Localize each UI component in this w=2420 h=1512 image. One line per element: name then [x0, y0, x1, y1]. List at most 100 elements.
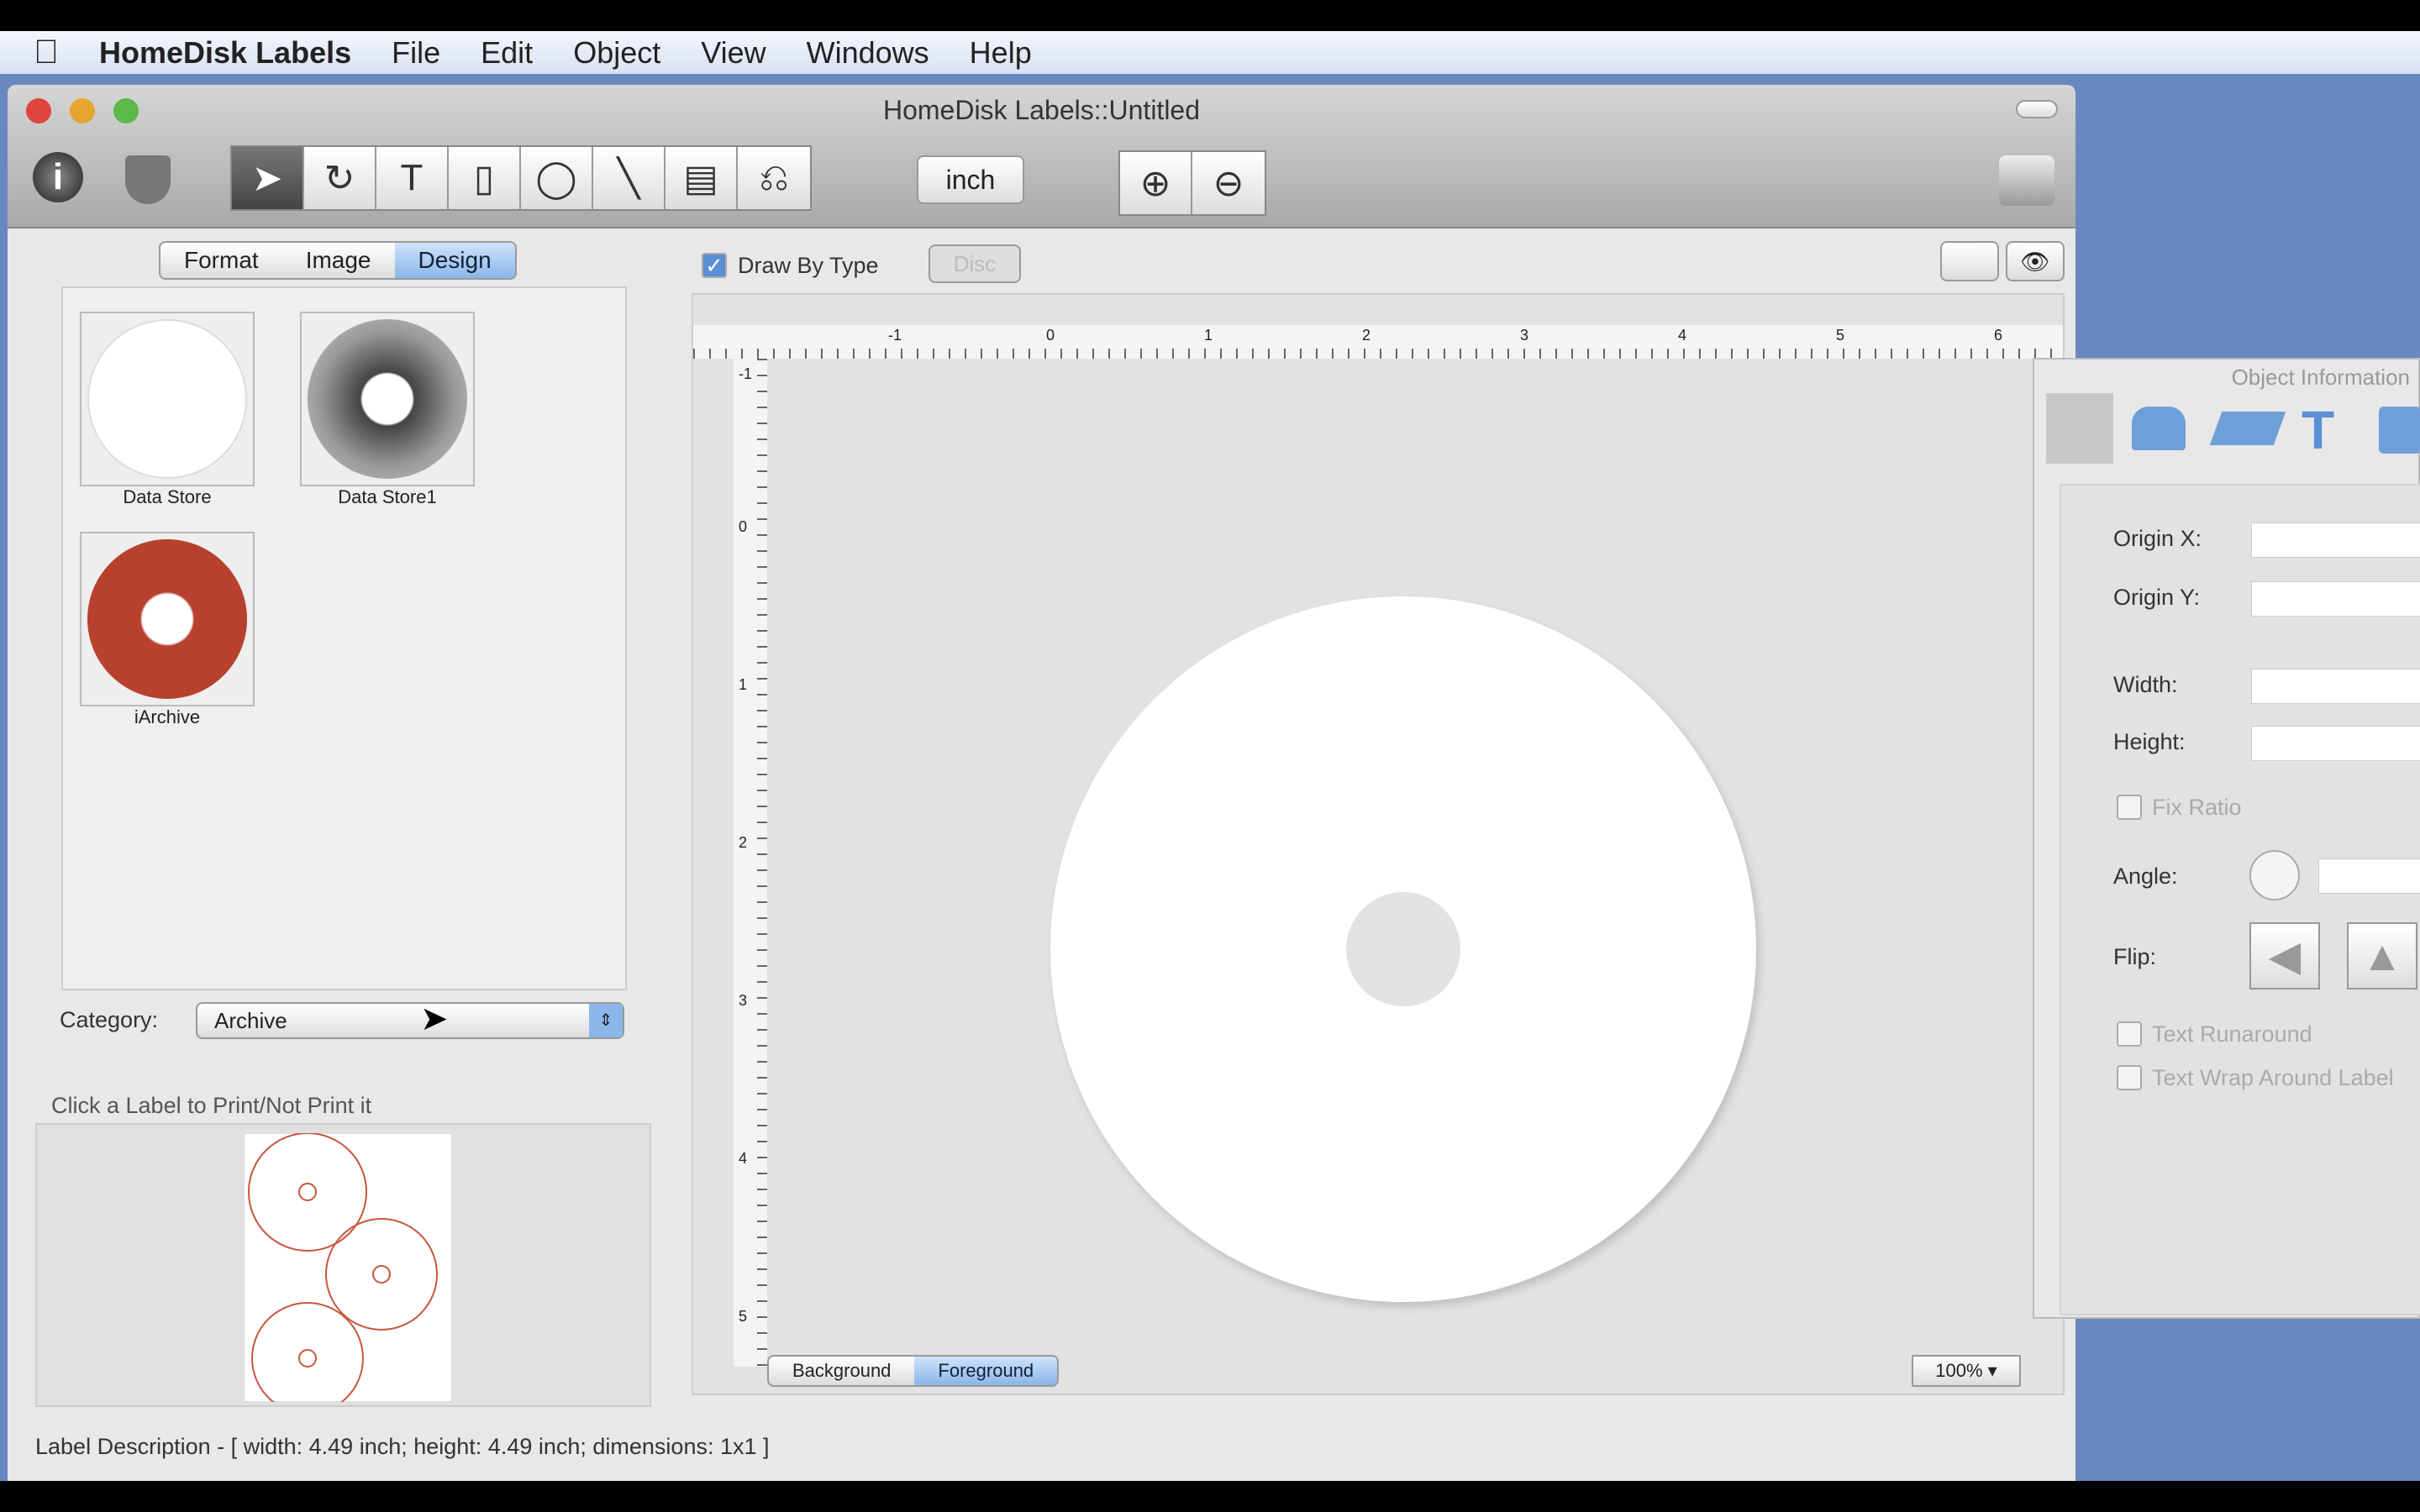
- left-tabs: Format Image Design: [159, 241, 517, 280]
- object-info-panel: Object Information T Origin X: Origin Y:…: [2033, 358, 2420, 1319]
- disc-button[interactable]: Disc: [929, 244, 1021, 283]
- category-select[interactable]: Archive ⇕: [196, 1002, 624, 1039]
- text-runaround-label: Text Runaround: [2152, 1021, 2312, 1047]
- flip-label: Flip:: [2113, 944, 2157, 969]
- vertical-ruler: -1 0 1 2 3 4 5: [734, 359, 767, 1367]
- label-description: Label Description - [ width: 4.49 inch; …: [35, 1434, 770, 1459]
- width-label: Width:: [2113, 672, 2178, 697]
- window-title: HomeDisk Labels::Untitled: [882, 95, 1201, 125]
- rotate-tool[interactable]: ↻: [304, 147, 376, 209]
- info-tab-fill-icon[interactable]: [2132, 407, 2186, 450]
- rectangle-tool[interactable]: ▯: [449, 147, 521, 209]
- ruler-tick: 1: [1204, 327, 1213, 344]
- ruler-tick: 1: [739, 676, 748, 693]
- category-value: Archive: [214, 1007, 287, 1033]
- info-tab-stroke-icon[interactable]: [2209, 412, 2286, 445]
- text-tool[interactable]: T: [376, 147, 449, 209]
- template-thumbnail: [80, 312, 255, 486]
- menu-view[interactable]: View: [701, 35, 765, 71]
- tab-foreground[interactable]: Foreground: [914, 1357, 1058, 1385]
- menu-help[interactable]: Help: [970, 35, 1032, 71]
- angle-dial[interactable]: [2249, 850, 2300, 900]
- draw-by-type-label: Draw By Type: [738, 253, 879, 278]
- template-name: Data Store: [123, 486, 212, 507]
- zoom-out-icon[interactable]: ⊖: [1192, 152, 1265, 214]
- panel-toggle-button[interactable]: [1940, 241, 1999, 281]
- print-icon[interactable]: [1999, 155, 2054, 206]
- info-tab-text-icon[interactable]: T: [2302, 403, 2350, 457]
- tab-format[interactable]: Format: [160, 243, 282, 278]
- horizontal-ruler: -1 0 1 2 3 4 5 6: [693, 325, 2063, 359]
- toolbar-toggle-button[interactable]: [2016, 100, 2058, 118]
- zoom-value: 100%: [1935, 1360, 1983, 1381]
- ruler-tick: 5: [1836, 327, 1845, 344]
- apple-icon[interactable]: : [34, 34, 59, 71]
- category-label: Category:: [60, 1007, 159, 1032]
- titlebar: HomeDisk Labels::Untitled i ➤ ↻ T ▯ ◯ ╲ …: [8, 85, 2075, 228]
- ruler-tick: 3: [739, 992, 748, 1009]
- print-hint: Click a Label to Print/Not Print it: [51, 1093, 372, 1118]
- barcode-tool[interactable]: ▤: [666, 147, 738, 209]
- origin-x-input[interactable]: [2251, 522, 2420, 558]
- tab-background[interactable]: Background: [769, 1357, 914, 1385]
- ruler-tick: 6: [1994, 327, 2003, 344]
- print-preview: [35, 1123, 651, 1407]
- template-gallery: Data Store Data Store1 iArchive: [61, 286, 627, 990]
- info-icon[interactable]: i: [33, 152, 83, 202]
- curve-tool[interactable]: ⎌: [738, 147, 810, 209]
- fix-ratio-label: Fix Ratio: [2152, 795, 2242, 820]
- menu-object[interactable]: Object: [573, 35, 660, 71]
- ellipse-tool[interactable]: ◯: [521, 147, 593, 209]
- template-item[interactable]: iArchive: [80, 532, 276, 728]
- shield-icon[interactable]: [125, 155, 171, 204]
- width-input[interactable]: [2251, 669, 2420, 704]
- text-wrap-checkbox[interactable]: [2117, 1065, 2142, 1090]
- origin-y-input[interactable]: [2251, 581, 2420, 617]
- select-tool[interactable]: ➤: [232, 147, 304, 209]
- disc-hole: [1346, 892, 1460, 1006]
- ruler-tick: 5: [739, 1308, 748, 1325]
- flip-horizontal-button[interactable]: ◀: [2249, 922, 2320, 990]
- ruler-tick: 2: [739, 834, 748, 851]
- menu-app[interactable]: HomeDisk Labels: [99, 35, 351, 71]
- info-form: Origin X: Origin Y: Width: Height: Fix R…: [2060, 484, 2420, 1315]
- zoom-group: ⊕ ⊖: [1118, 150, 1266, 216]
- chevron-down-icon: ▾: [1987, 1360, 1997, 1381]
- line-tool[interactable]: ╲: [593, 147, 666, 209]
- zoom-select[interactable]: 100% ▾: [1912, 1355, 2021, 1387]
- template-item[interactable]: Data Store1: [300, 312, 497, 508]
- ruler-tick: 4: [1678, 327, 1687, 344]
- disc-label[interactable]: [1050, 596, 1756, 1302]
- unit-button[interactable]: inch: [917, 155, 1024, 204]
- tab-image[interactable]: Image: [282, 243, 395, 278]
- draw-by-type-checkbox[interactable]: ✓: [702, 253, 727, 278]
- info-tab-position-icon[interactable]: [2046, 393, 2113, 464]
- ruler-tick: -1: [888, 327, 902, 344]
- tool-group: ➤ ↻ T ▯ ◯ ╲ ▤ ⎌: [230, 145, 812, 211]
- ruler-tick: 3: [1520, 327, 1529, 344]
- text-wrap-label: Text Wrap Around Label: [2152, 1065, 2394, 1090]
- menu-edit[interactable]: Edit: [481, 35, 533, 71]
- zoom-in-icon[interactable]: ⊕: [1120, 152, 1192, 214]
- canvas-area: -1 0 1 2 3 4 5 6 -1 0 1 2 3 4 5 Backgrou…: [692, 293, 2065, 1395]
- menu-windows[interactable]: Windows: [807, 35, 929, 71]
- ruler-tick: -1: [739, 365, 753, 382]
- ruler-tick: 4: [739, 1150, 748, 1167]
- layer-tabs: Background Foreground: [767, 1355, 1060, 1387]
- menu-file[interactable]: File: [392, 35, 440, 71]
- ruler-tick: 2: [1362, 327, 1371, 344]
- height-label: Height:: [2113, 729, 2186, 754]
- height-input[interactable]: [2251, 726, 2420, 761]
- flip-vertical-button[interactable]: ▲: [2347, 922, 2417, 990]
- menubar:  HomeDisk Labels File Edit Object View …: [0, 31, 2420, 74]
- template-thumbnail: [80, 532, 255, 706]
- template-item[interactable]: Data Store: [80, 312, 276, 508]
- fix-ratio-checkbox[interactable]: [2117, 795, 2142, 820]
- sheet-preview[interactable]: [244, 1133, 452, 1402]
- tab-design[interactable]: Design: [394, 243, 515, 278]
- angle-input[interactable]: [2318, 858, 2420, 894]
- info-tab-more-icon[interactable]: [2379, 407, 2420, 454]
- preview-eye-button[interactable]: 👁: [2006, 241, 2065, 281]
- template-thumbnail: [300, 312, 475, 486]
- text-runaround-checkbox[interactable]: [2117, 1021, 2142, 1047]
